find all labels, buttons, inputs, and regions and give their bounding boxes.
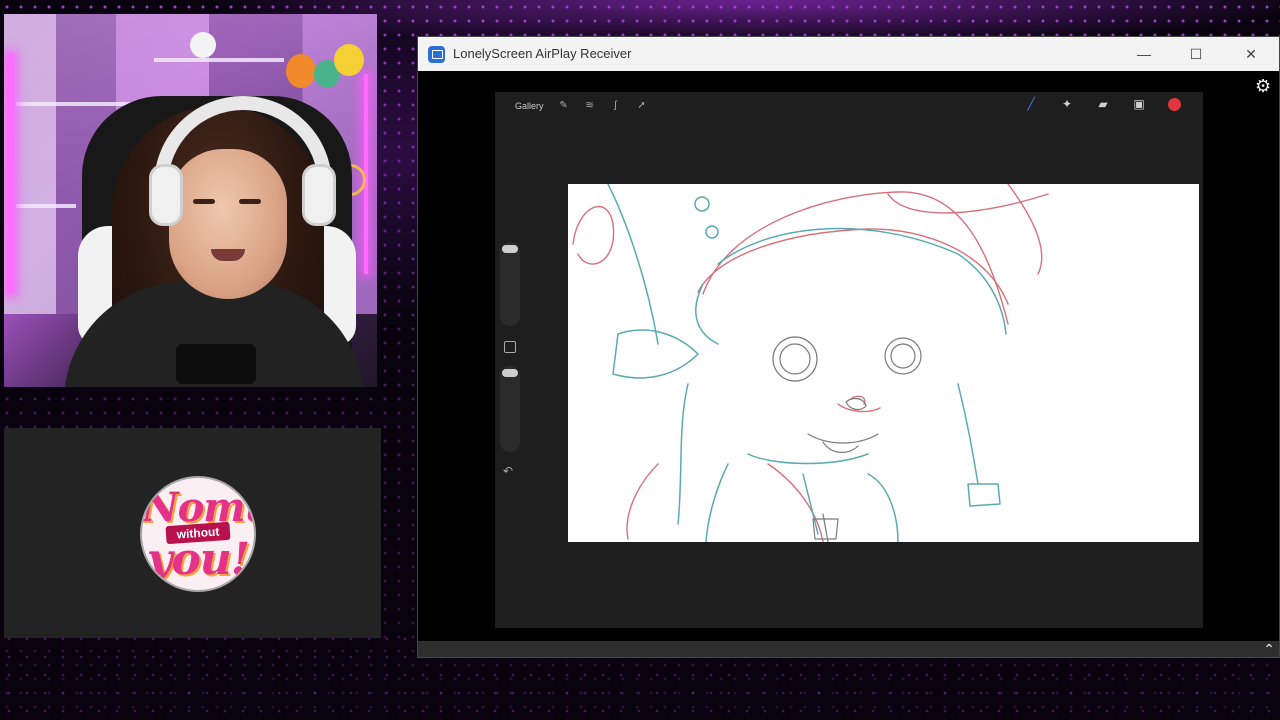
- settings-gear-icon[interactable]: ⚙: [1255, 77, 1273, 95]
- channel-logo: Nomu without you!: [142, 478, 254, 590]
- eraser-icon[interactable]: ▰: [1096, 97, 1110, 111]
- wrench-icon[interactable]: ✎: [558, 100, 570, 111]
- webcam-feed: [4, 14, 377, 387]
- window-bottom-bar: ⌃: [418, 641, 1279, 657]
- smudge-icon[interactable]: ✦: [1060, 97, 1074, 111]
- airplay-receiver-window: LonelyScreen AirPlay Receiver — ☐ ✕ ⚙ Ga…: [417, 36, 1280, 658]
- microphone: [176, 344, 256, 384]
- opacity-slider[interactable]: [500, 366, 520, 452]
- headphone-left-cup: [149, 164, 183, 226]
- headphone-right-cup: [302, 164, 336, 226]
- gallery-button[interactable]: Gallery: [515, 101, 544, 111]
- procreate-mirrored-screen: Gallery ✎ ≋ ʃ ➚ ╱ ✦ ▰ ▣ ↶: [495, 92, 1203, 628]
- transform-icon[interactable]: ➚: [636, 100, 648, 111]
- procreate-right-toolbar: ╱ ✦ ▰ ▣: [1024, 97, 1181, 111]
- adjustments-icon[interactable]: ≋: [584, 100, 596, 111]
- brush-size-slider[interactable]: [500, 242, 520, 326]
- shelf: [154, 58, 284, 62]
- color-picker-icon[interactable]: [1168, 97, 1181, 111]
- opacity-knob[interactable]: [502, 369, 518, 377]
- window-title: LonelyScreen AirPlay Receiver: [453, 46, 632, 61]
- window-titlebar[interactable]: LonelyScreen AirPlay Receiver — ☐ ✕: [418, 37, 1279, 71]
- shelf: [16, 204, 76, 208]
- procreate-left-toolbar: Gallery ✎ ≋ ʃ ➚: [515, 100, 648, 111]
- maximize-button[interactable]: ☐: [1176, 42, 1216, 66]
- plush-toy: [190, 32, 216, 58]
- airplay-app-icon: [428, 46, 445, 63]
- drawing-canvas[interactable]: [568, 184, 1199, 542]
- undo-icon[interactable]: ↶: [503, 464, 513, 478]
- close-button[interactable]: ✕: [1231, 42, 1271, 66]
- brush-icon[interactable]: ╱: [1024, 97, 1038, 111]
- chevron-up-icon[interactable]: ⌃: [1263, 641, 1275, 657]
- selection-icon[interactable]: ʃ: [610, 100, 622, 111]
- minimize-button[interactable]: —: [1124, 42, 1164, 66]
- layers-icon[interactable]: ▣: [1132, 97, 1146, 111]
- brush-size-knob[interactable]: [502, 245, 518, 253]
- neon-light: [8, 54, 14, 294]
- sketch-artwork: [572, 184, 1049, 542]
- eyedropper-icon[interactable]: [504, 341, 516, 353]
- plush-toy: [286, 54, 316, 88]
- channel-logo-panel: Nomu without you!: [4, 428, 381, 638]
- logo-word-bottom: you!: [146, 534, 250, 585]
- plush-toy: [334, 44, 364, 76]
